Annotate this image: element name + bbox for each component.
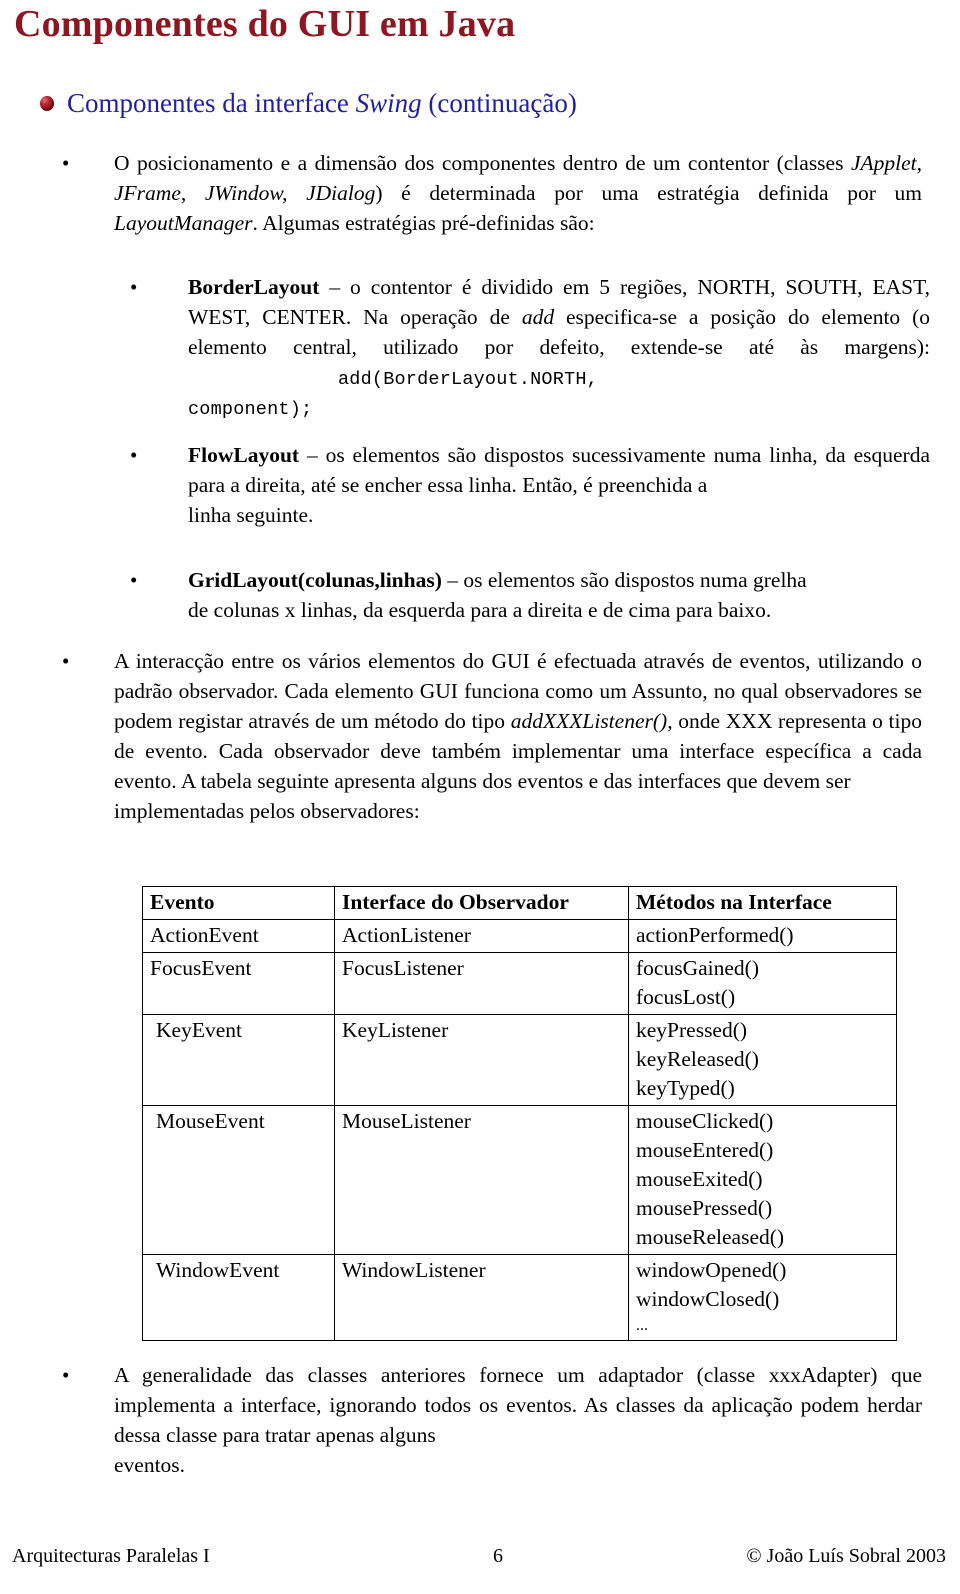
term-flowlayout: FlowLayout (188, 443, 300, 467)
table-header-metodos: Métodos na Interface (628, 886, 897, 920)
table-header-row: Evento Interface do Observador Métodos n… (142, 886, 897, 920)
text-part: O posicionamento e a dimensão dos compon… (114, 151, 851, 175)
footer-course-name: Arquitecturas Paralelas I (12, 1545, 210, 1567)
subtitle-text: Componentes da interface Swing (continua… (67, 88, 577, 118)
bullet-text: O posicionamento e a dimensão dos compon… (62, 148, 922, 238)
page-title: Componentes do GUI em Java (14, 3, 516, 45)
text-part: – os elementos são dispostos numa grelha (441, 568, 807, 592)
text-part: ) é determinada por uma estratégia defin… (375, 181, 922, 205)
bullet-paragraph-layoutmanager: • O posicionamento e a dimensão dos comp… (62, 148, 922, 238)
table-cell-event: KeyEvent (142, 1014, 335, 1106)
method-name: actionPerformed() (636, 923, 794, 947)
table-row: MouseEvent MouseListener mouseClicked() mou… (142, 1105, 897, 1255)
bullet-marker: • (62, 1363, 70, 1387)
table-header-interface: Interface do Observador (334, 886, 629, 920)
table-row: FocusEvent FocusListener focusGained() focu… (142, 952, 897, 1015)
subtitle-post: (continuação) (421, 88, 577, 118)
bullet-paragraph-eventos: • A interacção entre os vários elementos… (62, 646, 922, 826)
red-sphere-bullet-icon (40, 95, 54, 111)
text-tail: de colunas x linhas, da esquerda para a … (188, 598, 772, 622)
table-cell-event: FocusEvent (142, 952, 335, 1015)
method-name: focusGained() (636, 956, 759, 980)
bullet-marker: • (62, 649, 70, 673)
method-name: windowClosed() (636, 1287, 780, 1311)
text-part: – os elementos são dispostos sucessivame… (188, 443, 930, 497)
text-part: . Algumas estratégias pré-definidas são: (252, 211, 595, 235)
subtitle-row: Componentes da interface Swing (continua… (40, 88, 577, 118)
table-cell-methods: actionPerformed() (628, 919, 897, 953)
table-header-evento: Evento (142, 886, 335, 920)
method-name: mousePressed() (636, 1196, 773, 1220)
table-row: ActionEvent ActionListener actionPerformed… (142, 919, 897, 953)
method-name: mouseClicked() (636, 1109, 774, 1133)
table-cell-event: MouseEvent (142, 1105, 335, 1255)
table-cell-methods: focusGained() focusLost() (628, 952, 897, 1015)
table-row: WindowEvent WindowListener windowOpened() w… (142, 1254, 897, 1341)
bullet-marker: • (130, 443, 138, 467)
bullet-text: GridLayout(colunas,linhas) – os elemento… (130, 565, 930, 625)
method-name: mouseExited() (636, 1167, 763, 1191)
bullet-text: BorderLayout – o contentor é dividido em… (130, 272, 930, 425)
method-name: mouseReleased() (636, 1225, 785, 1249)
method-name: keyPressed() (636, 1018, 748, 1042)
table-cell-interface: FocusListener (334, 952, 629, 1015)
bullet-marker: • (130, 568, 138, 592)
table-cell-interface: ActionListener (334, 919, 629, 953)
page-footer: Arquitecturas Paralelas I 6 © João Luís … (12, 1543, 946, 1569)
text-part: A generalidade das classes anteriores fo… (114, 1363, 922, 1447)
code-snippet-add-line1: add(BorderLayout.NORTH, (338, 369, 598, 390)
subtitle-pre: Componentes da interface (67, 88, 356, 118)
bullet-paragraph-gridlayout: • GridLayout(colunas,linhas) – os elemen… (130, 565, 930, 625)
table-cell-event: ActionEvent (142, 919, 335, 953)
method-name: windowOpened() (636, 1258, 787, 1282)
text-tail: eventos. (114, 1453, 186, 1477)
table-cell-methods: mouseClicked() mouseEntered() mouseExited(… (628, 1105, 897, 1255)
text-tail: linha seguinte. (188, 503, 314, 527)
table-cell-interface: KeyListener (334, 1014, 629, 1106)
bullet-paragraph-flowlayout: • FlowLayout – os elementos são disposto… (130, 440, 930, 530)
bullet-text: FlowLayout – os elementos são dispostos … (130, 440, 930, 530)
footer-page-number: 6 (493, 1545, 504, 1567)
slide-page: Componentes do GUI em Java Componentes d… (0, 0, 960, 1594)
bullet-text: A generalidade das classes anteriores fo… (62, 1360, 922, 1480)
term-borderlayout: BorderLayout (188, 275, 320, 299)
table-cell-interface: MouseListener (334, 1105, 629, 1255)
subtitle-emphasis: Swing (355, 88, 422, 118)
method-name: mouseEntered() (636, 1138, 774, 1162)
method-name: keyReleased() (636, 1047, 759, 1071)
events-interfaces-table: Evento Interface do Observador Métodos n… (142, 886, 897, 1341)
emphasis-layoutmanager: LayoutManager (114, 211, 253, 235)
method-ellipsis: ... (636, 1317, 648, 1334)
emphasis-add: add (521, 305, 555, 329)
bullet-marker: • (62, 151, 70, 175)
method-name: focusLost() (636, 985, 736, 1009)
table-cell-methods: keyPressed() keyReleased() keyTyped() (628, 1014, 897, 1106)
bullet-marker: • (130, 275, 138, 299)
footer-copyright: © João Luís Sobral 2003 (746, 1545, 946, 1567)
bullet-text: A interacção entre os vários elementos d… (62, 646, 922, 826)
method-name: keyTyped() (636, 1076, 735, 1100)
bullet-paragraph-adaptadores: • A generalidade das classes anteriores … (62, 1360, 922, 1480)
bullet-paragraph-borderlayout: • BorderLayout – o contentor é dividido … (130, 272, 930, 425)
table-cell-event: WindowEvent (142, 1254, 335, 1341)
emphasis-addxxxlistener: addXXXListener() (510, 709, 668, 733)
term-gridlayout: GridLayout(colunas,linhas) (188, 568, 442, 592)
text-tail: implementadas pelos observadores: (114, 799, 420, 823)
table-cell-interface: WindowListener (334, 1254, 629, 1341)
code-snippet-add-line2: component); (188, 399, 313, 420)
table-body: ActionEvent ActionListener actionPerformed… (142, 919, 897, 1341)
table-row: KeyEvent KeyListener keyPressed() keyReleas… (142, 1014, 897, 1106)
table-cell-methods: windowOpened() windowClosed()... (628, 1254, 897, 1341)
